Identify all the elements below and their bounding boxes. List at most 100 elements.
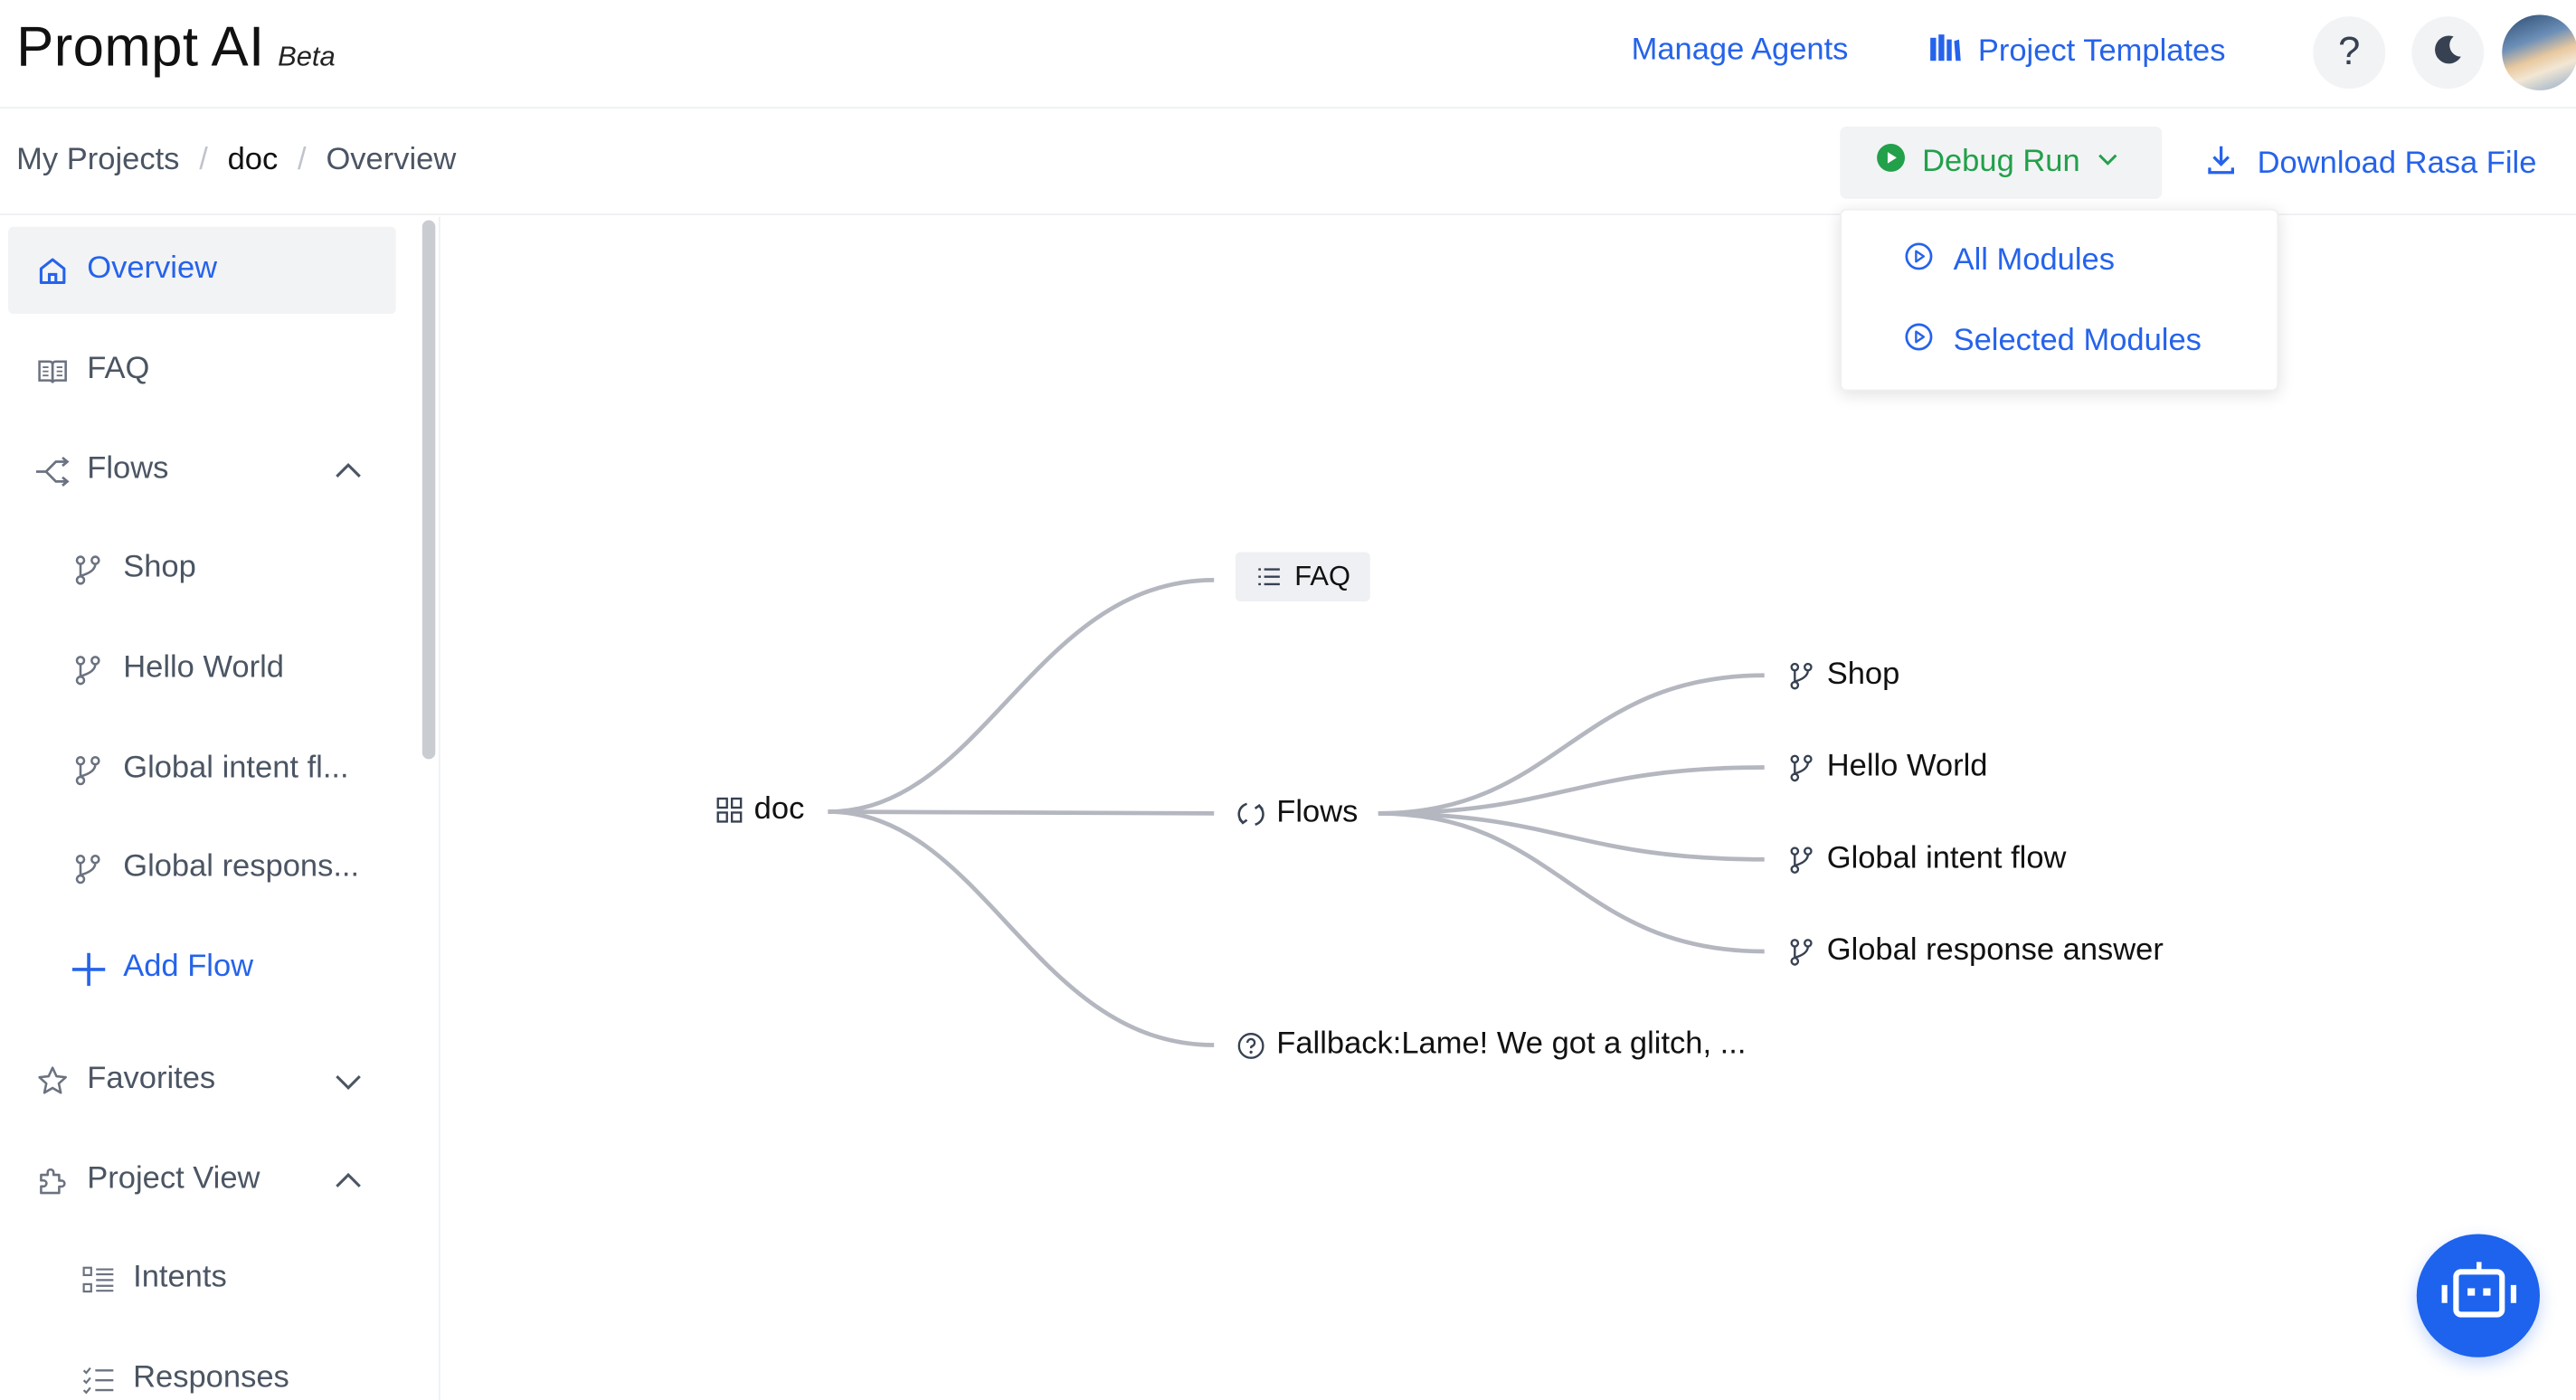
project-templates-label: Project Templates — [1977, 34, 2226, 70]
sidebar-item-label: Shop — [123, 550, 196, 585]
branch-icon — [71, 752, 107, 789]
plus-icon — [71, 951, 107, 988]
debug-run-menu: All Modules Selected Modules — [1840, 208, 2279, 392]
sidebar-item-project-view[interactable]: Project View — [8, 1137, 396, 1224]
help-button[interactable]: ? — [2313, 16, 2386, 90]
sub-header: My Projects / doc / Overview Debug Run D… — [0, 110, 2576, 216]
assistant-bot-button[interactable] — [2416, 1234, 2540, 1357]
menu-item-label: Selected Modules — [1953, 323, 2202, 359]
intents-icon — [80, 1262, 117, 1298]
chevron-down-icon — [2097, 145, 2119, 181]
dark-mode-toggle[interactable] — [2411, 16, 2485, 90]
add-flow-button[interactable]: Add Flow — [8, 925, 396, 1012]
mindmap-node-flow-shop[interactable]: Shop — [1787, 657, 1899, 694]
branch-icon — [71, 851, 107, 887]
edge-doc-fallback — [828, 809, 1215, 1047]
mindmap-node-faq[interactable]: FAQ — [1235, 552, 1370, 601]
star-icon — [34, 1064, 71, 1100]
mindmap-node-label: Hello World — [1826, 749, 1988, 784]
sidebar-item-overview[interactable]: Overview — [8, 226, 396, 315]
manage-agents-label: Manage Agents — [1631, 33, 1849, 68]
chevron-down-icon[interactable] — [330, 1064, 366, 1100]
sidebar-item-label: Flows — [87, 451, 169, 487]
mindmap-node-flow-hello-world[interactable]: Hello World — [1787, 750, 1987, 786]
mindmap-node-flow-global-response[interactable]: Global response answer — [1787, 933, 2164, 970]
beta-badge: Beta — [278, 41, 336, 72]
add-flow-label: Add Flow — [123, 950, 254, 985]
question-circle-icon — [1237, 1031, 1265, 1059]
branch-icon — [1787, 661, 1815, 689]
sidebar-item-label: FAQ — [87, 351, 150, 386]
mindmap-node-label: Shop — [1826, 657, 1900, 692]
download-label: Download Rasa File — [2257, 146, 2537, 181]
chevron-up-icon[interactable] — [330, 1163, 366, 1199]
project-templates-link[interactable]: Project Templates — [1928, 33, 2225, 72]
sidebar-item-responses[interactable]: Responses — [8, 1336, 396, 1400]
sidebar-item-flows[interactable]: Flows — [8, 427, 396, 514]
menu-item-label: All Modules — [1953, 242, 2115, 279]
sidebar-item-label: Intents — [133, 1260, 227, 1295]
chevron-up-icon[interactable] — [330, 453, 366, 489]
sidebar-item-faq[interactable]: FAQ — [8, 327, 396, 414]
menu-item-all-modules[interactable]: All Modules — [1904, 241, 2115, 281]
home-icon — [34, 253, 71, 289]
flow-icon — [34, 453, 71, 489]
edge-doc-faq — [828, 578, 1215, 814]
sidebar-item-flow-global-intent[interactable]: Global intent fl... — [8, 726, 396, 813]
moon-icon — [2429, 31, 2466, 75]
edge-flows-shop — [1378, 673, 1765, 816]
avatar[interactable] — [2502, 14, 2576, 90]
robot-icon — [2440, 1259, 2516, 1333]
templates-icon — [1928, 33, 1961, 72]
sidebar-item-favorites[interactable]: Favorites — [8, 1036, 396, 1123]
breadcrumb-my-projects[interactable]: My Projects — [16, 143, 179, 179]
sidebar-item-label: Hello World — [123, 650, 284, 686]
sidebar-item-flow-shop[interactable]: Shop — [8, 525, 396, 612]
help-icon: ? — [2338, 29, 2361, 74]
list-icon — [1255, 563, 1283, 591]
list-icon — [80, 1362, 117, 1398]
branch-icon — [1787, 846, 1815, 874]
top-header: Prompt AI Beta Manage Agents Project Tem… — [0, 0, 2576, 109]
breadcrumb-separator: / — [298, 143, 307, 178]
mindmap-node-label: Global response answer — [1826, 932, 2164, 969]
sidebar-item-label: Overview — [87, 251, 218, 287]
mindmap-node-label: doc — [753, 791, 805, 827]
sidebar-item-label: Global intent fl... — [123, 751, 349, 786]
mindmap-node-flows[interactable]: Flows — [1237, 795, 1359, 831]
app-window: Prompt AI Beta Manage Agents Project Tem… — [0, 0, 2576, 1400]
sidebar-item-intents[interactable]: Intents — [8, 1235, 396, 1322]
mindmap-canvas[interactable]: doc FAQ Flows Fallback:Lame! We got a gl… — [442, 217, 2576, 1400]
mindmap-node-fallback[interactable]: Fallback:Lame! We got a glitch, ... — [1237, 1027, 1746, 1064]
sidebar-item-label: Responses — [133, 1360, 289, 1395]
breadcrumb-separator: / — [199, 143, 208, 178]
puzzle-icon — [34, 1163, 71, 1199]
branch-icon — [71, 552, 107, 588]
breadcrumb-current: Overview — [326, 143, 457, 178]
sidebar-item-label: Favorites — [87, 1061, 216, 1096]
sidebar-item-label: Project View — [87, 1161, 260, 1197]
grid-icon — [715, 796, 743, 824]
mindmap-node-root[interactable]: doc — [715, 792, 804, 828]
breadcrumb-project[interactable]: doc — [228, 143, 279, 179]
sidebar-item-flow-global-response[interactable]: Global respons... — [8, 825, 396, 912]
sidebar-item-label: Global respons... — [123, 849, 360, 884]
mindmap-node-label: FAQ — [1294, 560, 1351, 592]
mindmap-node-flow-global-intent[interactable]: Global intent flow — [1787, 841, 2066, 877]
sidebar-item-flow-hello-world[interactable]: Hello World — [8, 626, 396, 713]
download-rasa-button[interactable]: Download Rasa File — [2204, 143, 2536, 185]
download-icon — [2204, 143, 2237, 185]
play-circle-icon — [1904, 241, 1934, 281]
play-circle-icon — [1904, 322, 1934, 362]
brand-name: Prompt AI — [16, 16, 265, 80]
manage-agents-link[interactable]: Manage Agents — [1632, 33, 1849, 69]
debug-run-label: Debug Run — [1922, 144, 2080, 180]
brand[interactable]: Prompt AI Beta — [16, 16, 336, 80]
debug-run-button[interactable]: Debug Run — [1840, 126, 2163, 199]
sidebar: Overview FAQ Flows Shop Hello World Glob… — [0, 216, 440, 1400]
mindmap-node-label: Flows — [1276, 795, 1359, 830]
menu-item-selected-modules[interactable]: Selected Modules — [1904, 322, 2202, 362]
breadcrumb: My Projects / doc / Overview — [16, 143, 456, 179]
sidebar-scrollbar-thumb[interactable] — [421, 220, 436, 760]
mindmap-node-label: Global intent flow — [1826, 841, 2067, 876]
